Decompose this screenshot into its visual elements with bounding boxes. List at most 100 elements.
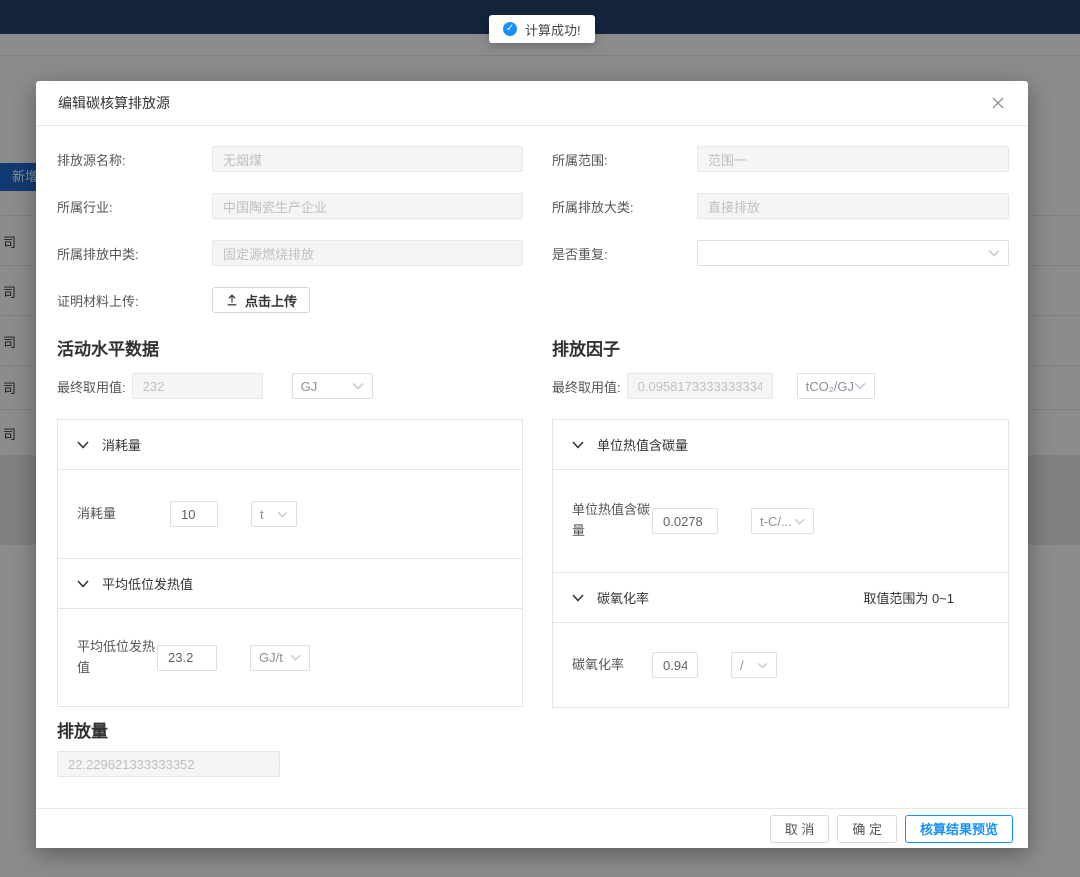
chevron-down-icon — [794, 518, 805, 525]
activity-panels: 消耗量 消耗量 t — [57, 419, 523, 707]
oxidation-rate-panel: 碳氧化率 取值范围为 0~1 碳氧化率 / — [552, 572, 1009, 708]
field-middle-category: 所属排放中类: — [57, 240, 523, 266]
carbon-content-unit-select[interactable]: t-C/... — [751, 508, 814, 534]
consumption-panel: 消耗量 消耗量 t — [57, 419, 523, 559]
dialog-footer: 取 消 确 定 核算结果预览 — [36, 808, 1028, 848]
consumption-panel-title: 消耗量 — [102, 435, 141, 454]
check-circle-icon — [503, 22, 517, 36]
duplicate-label: 是否重复: — [552, 244, 697, 263]
source-name-input — [212, 146, 523, 172]
duplicate-select[interactable] — [697, 240, 1009, 266]
field-major-category: 所属排放大类: — [552, 193, 1009, 219]
heating-value-unit-value: GJ/t — [259, 650, 283, 665]
heating-value-panel: 平均低位发热值 平均低位发热值 GJ/t — [57, 558, 523, 707]
chevron-down-icon — [988, 249, 1000, 257]
carbon-content-panel: 单位热值含碳量 单位热值含碳量 t-C/... — [552, 419, 1009, 573]
oxidation-rate-panel-title: 碳氧化率 — [597, 588, 649, 607]
field-scope: 所属范围: — [552, 146, 1009, 172]
result-preview-button[interactable]: 核算结果预览 — [905, 815, 1013, 843]
data-sections: 活动水平数据 最终取用值: GJ 消耗量 — [57, 335, 1009, 708]
factor-final-input — [627, 373, 773, 399]
oxidation-rate-unit-select[interactable]: / — [731, 652, 777, 678]
toast-message: 计算成功! — [525, 20, 581, 39]
carbon-content-unit-value: t-C/... — [760, 514, 792, 529]
success-toast: 计算成功! — [489, 15, 595, 43]
chevron-down-icon — [290, 654, 301, 661]
heating-value-panel-body: 平均低位发热值 GJ/t — [58, 609, 522, 706]
activity-unit-select[interactable]: GJ — [292, 373, 373, 399]
activity-final-row: 最终取用值: GJ — [57, 373, 523, 399]
factor-final-row: 最终取用值: tCO₂/GJ — [552, 373, 1009, 399]
activity-final-input — [132, 373, 263, 399]
app-root: 新增 司 司 司 司 司 计算成功! 编辑碳核算排放源 排放源名称: — [0, 0, 1080, 877]
scope-input — [697, 146, 1009, 172]
heating-value-input[interactable] — [157, 645, 217, 671]
carbon-content-input[interactable] — [652, 508, 718, 534]
close-icon[interactable] — [990, 95, 1006, 111]
dialog-body: 排放源名称: 所属范围: 所属行业: 所属排放大类: 所属排放中类: — [36, 126, 1028, 777]
emission-heading: 排放量 — [57, 717, 1009, 742]
consumption-unit-select[interactable]: t — [251, 501, 297, 527]
middle-category-label: 所属排放中类: — [57, 244, 212, 263]
oxidation-rate-input[interactable] — [652, 652, 698, 678]
chevron-down-icon — [757, 662, 768, 669]
heating-value-unit-select[interactable]: GJ/t — [250, 645, 310, 671]
chevron-down-icon — [352, 382, 364, 390]
activity-section: 活动水平数据 最终取用值: GJ 消耗量 — [57, 335, 523, 708]
oxidation-rate-panel-header[interactable]: 碳氧化率 取值范围为 0~1 — [553, 573, 1008, 623]
chevron-down-icon — [854, 382, 866, 390]
dialog-title: 编辑碳核算排放源 — [58, 93, 170, 113]
factor-heading: 排放因子 — [552, 335, 1009, 360]
factor-unit-select[interactable]: tCO₂/GJ — [797, 373, 875, 399]
cancel-button[interactable]: 取 消 — [770, 815, 830, 843]
upload-button[interactable]: 点击上传 — [212, 287, 310, 313]
spacer — [552, 287, 1009, 313]
factor-section: 排放因子 最终取用值: tCO₂/GJ 单位热值含 — [552, 335, 1009, 708]
collapse-chevron-icon — [77, 580, 89, 588]
factor-final-label: 最终取用值: — [552, 377, 621, 396]
edit-emission-source-dialog: 编辑碳核算排放源 排放源名称: 所属范围: 所属行业: — [36, 81, 1028, 848]
carbon-content-panel-title: 单位热值含碳量 — [597, 435, 688, 454]
factor-panels: 单位热值含碳量 单位热值含碳量 t-C/... — [552, 419, 1009, 708]
major-category-input — [697, 193, 1009, 219]
major-category-label: 所属排放大类: — [552, 197, 697, 216]
oxidation-rate-unit-value: / — [740, 658, 744, 673]
consumption-unit-value: t — [260, 507, 264, 522]
chevron-down-icon — [277, 511, 288, 518]
consumption-row-label: 消耗量 — [77, 504, 170, 525]
industry-input — [212, 193, 523, 219]
dialog-header: 编辑碳核算排放源 — [36, 81, 1028, 126]
field-industry: 所属行业: — [57, 193, 523, 219]
collapse-chevron-icon — [572, 441, 584, 449]
upload-icon — [225, 293, 239, 307]
oxidation-rate-row-label: 碳氧化率 — [572, 655, 652, 676]
source-name-label: 排放源名称: — [57, 150, 212, 169]
scope-label: 所属范围: — [552, 150, 697, 169]
carbon-content-panel-body: 单位热值含碳量 t-C/... — [553, 470, 1008, 572]
heating-value-panel-title: 平均低位发热值 — [102, 574, 193, 593]
factor-unit-value: tCO₂/GJ — [806, 379, 854, 394]
collapse-chevron-icon — [77, 441, 89, 449]
carbon-content-panel-header[interactable]: 单位热值含碳量 — [553, 420, 1008, 470]
middle-category-input — [212, 240, 523, 266]
consumption-input[interactable] — [170, 501, 218, 527]
activity-unit-value: GJ — [301, 379, 318, 394]
consumption-panel-body: 消耗量 t — [58, 470, 522, 558]
upload-button-label: 点击上传 — [245, 291, 297, 310]
field-upload: 证明材料上传: 点击上传 — [57, 287, 523, 313]
upload-label: 证明材料上传: — [57, 291, 212, 310]
activity-final-label: 最终取用值: — [57, 377, 126, 396]
field-source-name: 排放源名称: — [57, 146, 523, 172]
field-duplicate: 是否重复: — [552, 240, 1009, 266]
basic-info-form: 排放源名称: 所属范围: 所属行业: 所属排放大类: 所属排放中类: — [57, 146, 1009, 313]
industry-label: 所属行业: — [57, 197, 212, 216]
emission-amount-input — [57, 751, 280, 777]
heating-value-row-label: 平均低位发热值 — [77, 637, 157, 679]
oxidation-rate-panel-body: 碳氧化率 / — [553, 623, 1008, 707]
carbon-content-row-label: 单位热值含碳量 — [572, 500, 652, 542]
confirm-button[interactable]: 确 定 — [837, 815, 897, 843]
collapse-chevron-icon — [572, 594, 584, 602]
consumption-panel-header[interactable]: 消耗量 — [58, 420, 522, 470]
heating-value-panel-header[interactable]: 平均低位发热值 — [58, 559, 522, 609]
oxidation-rate-range-note: 取值范围为 0~1 — [863, 588, 954, 607]
